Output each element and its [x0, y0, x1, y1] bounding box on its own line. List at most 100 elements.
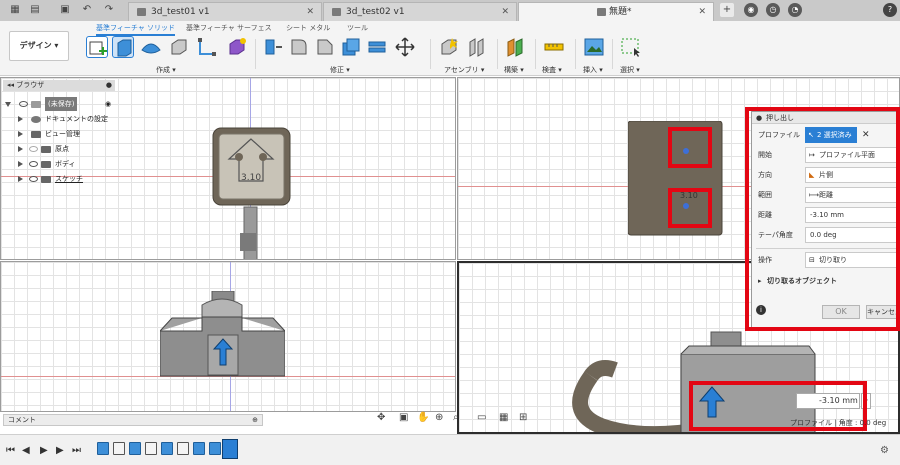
browser-item-bodies[interactable]: ボディ — [3, 157, 118, 171]
zoom-icon[interactable]: ⊕ — [435, 412, 443, 423]
box-icon[interactable] — [168, 36, 190, 58]
timeline-feature[interactable] — [193, 442, 205, 455]
browser-item-document-settings[interactable]: ドキュメントの設定 — [3, 112, 118, 126]
offset-plane-icon[interactable] — [505, 36, 527, 58]
document-tab-3[interactable]: 無題* ✕ — [518, 2, 714, 21]
visibility-eye-icon[interactable] — [29, 176, 38, 182]
notifications-icon[interactable]: ◔ — [788, 3, 802, 17]
timeline-feature[interactable] — [113, 442, 125, 455]
undo-icon[interactable]: ↶ — [80, 3, 94, 17]
model-front-view — [160, 291, 285, 377]
document-icon — [332, 8, 341, 16]
active-component-icon[interactable]: ◉ — [105, 97, 111, 111]
chamfer-icon[interactable] — [314, 36, 336, 58]
browser-item-sketches[interactable]: スケッチ — [3, 172, 118, 186]
joint-icon[interactable] — [466, 36, 488, 58]
combine-icon[interactable] — [366, 36, 388, 58]
look-at-icon[interactable]: ▣ — [399, 412, 408, 423]
fillet-icon[interactable] — [288, 36, 310, 58]
collapse-triangle-icon[interactable] — [5, 102, 11, 110]
timeline-feature[interactable] — [177, 442, 189, 455]
fit-icon[interactable]: ⌕ — [453, 412, 459, 423]
assemble-group-label[interactable]: アセンブリ ▾ — [444, 65, 484, 75]
shell-icon[interactable] — [340, 36, 362, 58]
browser-close-icon[interactable]: ● — [106, 80, 112, 91]
document-tab-1[interactable]: 3d_test01 v1 ✕ — [128, 2, 322, 21]
app-grid-icon[interactable]: ▦ — [8, 3, 22, 17]
inspect-group-label[interactable]: 検査 ▾ — [542, 65, 562, 75]
file-menu-icon[interactable]: ▤ — [28, 3, 42, 17]
play-icon[interactable]: ▶ — [40, 445, 48, 456]
workspace-switcher-button[interactable]: デザイン ▾ — [9, 31, 69, 61]
tab-solid[interactable]: 基準フィーチャ ソリッド — [96, 23, 176, 36]
create-group-label[interactable]: 作成 ▾ — [156, 65, 176, 75]
select-box-icon[interactable] — [620, 36, 642, 58]
step-back-icon[interactable]: ◀ — [22, 445, 30, 456]
visibility-eye-icon[interactable] — [29, 146, 38, 152]
timeline-marker[interactable] — [222, 439, 238, 459]
press-pull-icon[interactable] — [262, 36, 284, 58]
viewport-front[interactable] — [0, 261, 456, 412]
folder-icon — [41, 146, 51, 153]
save-icon[interactable]: ▣ — [58, 3, 72, 17]
expand-triangle-icon[interactable] — [18, 146, 23, 152]
timeline-feature[interactable] — [209, 442, 221, 455]
display-settings-icon[interactable]: ▭ — [477, 412, 486, 423]
browser-item-root[interactable]: (未保存) ◉ — [3, 97, 118, 111]
timeline-feature[interactable] — [161, 442, 173, 455]
tab-surface[interactable]: 基準フィーチャ サーフェス — [186, 23, 272, 33]
measure-icon[interactable] — [543, 36, 565, 58]
go-to-start-icon[interactable]: ⏮ — [6, 445, 15, 456]
create-form-icon[interactable] — [226, 36, 248, 58]
go-to-end-icon[interactable]: ⏭ — [72, 445, 81, 456]
expand-triangle-icon[interactable] — [18, 176, 23, 182]
tab-tools[interactable]: ツール — [347, 23, 368, 33]
comments-panel[interactable]: コメント ⊕ — [3, 414, 263, 426]
highlight-profile-1 — [668, 127, 712, 168]
visibility-eye-icon[interactable] — [19, 101, 28, 107]
step-forward-icon[interactable]: ▶ — [56, 445, 64, 456]
insert-group-label[interactable]: 挿入 ▾ — [583, 65, 603, 75]
close-tab-icon[interactable]: ✕ — [306, 3, 314, 21]
orbit-icon[interactable]: ✥ — [377, 412, 385, 423]
browser-item-origin[interactable]: 原点 — [3, 142, 118, 156]
construct-group-label[interactable]: 構築 ▾ — [504, 65, 524, 75]
move-icon[interactable] — [394, 36, 416, 58]
pattern-icon[interactable] — [196, 36, 218, 58]
select-group-label[interactable]: 選択 ▾ — [620, 65, 640, 75]
timeline-feature[interactable] — [97, 442, 109, 455]
close-tab-icon[interactable]: ✕ — [501, 3, 509, 21]
help-icon[interactable]: ? — [883, 3, 897, 17]
visibility-eye-icon[interactable] — [29, 161, 38, 167]
create-sketch-icon[interactable] — [86, 36, 108, 58]
collapse-icon[interactable]: ◂◂ — [7, 81, 16, 89]
browser-item-named-views[interactable]: ビュー管理 — [3, 127, 118, 141]
expand-triangle-icon[interactable] — [18, 131, 23, 137]
new-tab-icon[interactable]: + — [720, 3, 734, 17]
folder-icon — [41, 161, 51, 168]
expand-triangle-icon[interactable] — [18, 161, 23, 167]
insert-image-icon[interactable] — [583, 36, 605, 58]
model-top-view — [212, 127, 291, 259]
extrude-icon[interactable] — [112, 36, 134, 58]
group-divider — [497, 39, 498, 69]
tab-sheet-metal[interactable]: シート メタル — [286, 23, 330, 33]
expand-triangle-icon[interactable] — [18, 116, 23, 122]
pan-icon[interactable]: ✋ — [417, 412, 429, 423]
close-tab-icon[interactable]: ✕ — [698, 3, 706, 21]
timeline-feature[interactable] — [129, 442, 141, 455]
viewports-icon[interactable]: ⊞ — [519, 412, 527, 423]
revolve-icon[interactable] — [140, 36, 162, 58]
new-component-icon[interactable] — [438, 36, 460, 58]
grid-settings-icon[interactable]: ▦ — [499, 412, 508, 423]
add-comment-icon[interactable]: ⊕ — [252, 415, 258, 425]
gear-icon — [31, 116, 41, 123]
document-tab-2[interactable]: 3d_test02 v1 ✕ — [323, 2, 517, 21]
timeline-feature[interactable] — [145, 442, 157, 455]
folder-icon — [31, 131, 41, 138]
modify-group-label[interactable]: 修正 ▾ — [330, 65, 350, 75]
extensions-icon[interactable]: ◉ — [744, 3, 758, 17]
job-status-icon[interactable]: ◷ — [766, 3, 780, 17]
redo-icon[interactable]: ↷ — [102, 3, 116, 17]
timeline-settings-gear-icon[interactable]: ⚙ — [880, 445, 889, 456]
